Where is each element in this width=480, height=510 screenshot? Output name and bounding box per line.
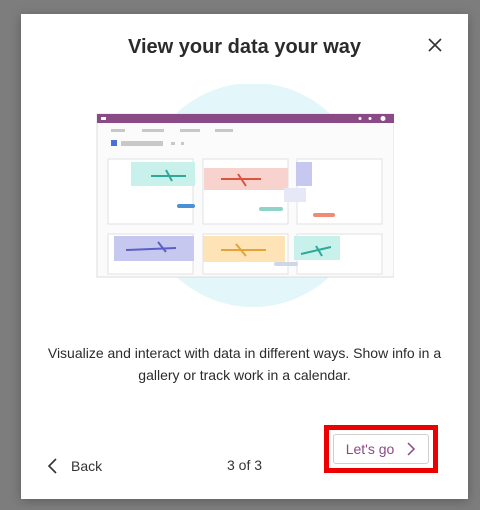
page-indicator: 3 of 3: [226, 457, 263, 473]
chevron-left-icon: [47, 458, 57, 474]
dialog-title: View your data your way: [127, 36, 362, 58]
dialog-description: Visualize and interact with data in diff…: [47, 345, 442, 383]
highlight-box: [324, 425, 438, 473]
close-icon[interactable]: [426, 36, 444, 54]
gallery-illustration: [96, 84, 394, 307]
back-button[interactable]: Back: [47, 455, 102, 477]
back-label: Back: [71, 458, 103, 474]
